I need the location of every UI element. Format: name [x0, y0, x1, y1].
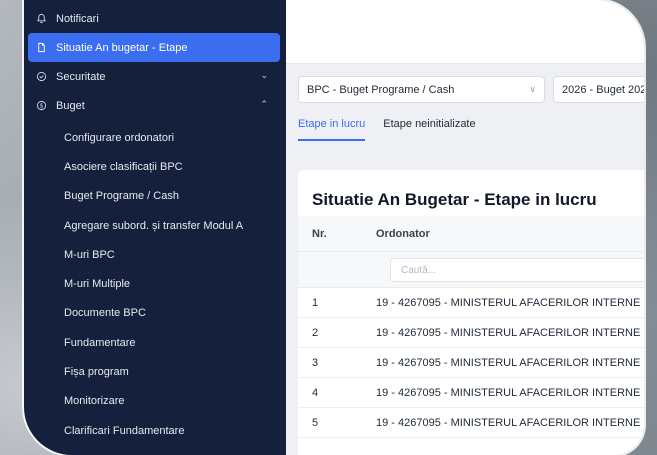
row-ordonator: 19 - 4267095 - MINISTERUL AFACERILOR INT…: [376, 296, 641, 309]
row-nr: 3: [312, 356, 319, 369]
sidebar-subitem[interactable]: M-uri Multiple: [24, 269, 286, 298]
sidebar-item-label: Situatie An bugetar - Etape: [56, 41, 188, 54]
row-nr: 1: [312, 296, 319, 309]
document-icon: [34, 41, 48, 55]
sidebar-subitem[interactable]: Agregare subord. și transfer Modul A: [24, 211, 286, 240]
table-header: Nr. Ordonator: [298, 216, 644, 252]
year-select-value: 2026 - Buget 2026: [562, 83, 644, 96]
sidebar-subitem[interactable]: Configurare ordonatori: [24, 123, 286, 152]
table-filter-row: Caută...: [298, 252, 644, 288]
sidebar-subitem[interactable]: M-uri BPC: [24, 240, 286, 269]
row-ordonator: 19 - 4267095 - MINISTERUL AFACERILOR INT…: [376, 356, 641, 369]
sidebar-subitem[interactable]: Monitorizare: [24, 387, 286, 416]
app-window: Notificari Situatie An bugetar - Etape S…: [24, 0, 644, 455]
buget-submenu: Configurare ordonatori Asociere clasific…: [24, 123, 286, 445]
sidebar-item-label: Buget: [56, 99, 85, 112]
row-ordonator: 19 - 4267095 - MINISTERUL AFACERILOR INT…: [376, 386, 641, 399]
table-row[interactable]: 1 19 - 4267095 - MINISTERUL AFACERILOR I…: [298, 288, 644, 318]
table-card: Situatie An Bugetar - Etape in lucru Nr.…: [298, 170, 644, 455]
sidebar-item-buget[interactable]: $ Buget ⌃: [24, 91, 286, 120]
row-nr: 5: [312, 416, 319, 429]
table-row[interactable]: 2 19 - 4267095 - MINISTERUL AFACERILOR I…: [298, 318, 644, 348]
svg-text:$: $: [39, 103, 43, 110]
table-row[interactable]: 3 19 - 4267095 - MINISTERUL AFACERILOR I…: [298, 348, 644, 378]
chevron-down-icon: ⌄: [260, 70, 268, 80]
sidebar-subitem[interactable]: Fișa program: [24, 357, 286, 386]
main-content: BPC - Buget Programe / Cash ∨ 2026 - Bug…: [286, 0, 644, 455]
table-row[interactable]: 4 19 - 4267095 - MINISTERUL AFACERILOR I…: [298, 378, 644, 408]
tab-bar: Etape in lucru Etape neinitializate: [298, 118, 476, 141]
year-select[interactable]: 2026 - Buget 2026: [553, 76, 644, 103]
row-nr: 2: [312, 326, 319, 339]
sidebar-subitem[interactable]: Fundamentare: [24, 328, 286, 357]
chevron-down-icon: ∨: [529, 84, 536, 94]
column-header-ordonator[interactable]: Ordonator: [376, 228, 644, 240]
program-select-value: BPC - Buget Programe / Cash: [307, 83, 455, 96]
sidebar-subitem[interactable]: Clarificari Fundamentare: [24, 416, 286, 445]
search-placeholder: Caută...: [401, 264, 437, 276]
sidebar-item-situatie-an-bugetar[interactable]: Situatie An bugetar - Etape: [28, 33, 280, 62]
program-select[interactable]: BPC - Buget Programe / Cash ∨: [298, 76, 545, 103]
sidebar-item-securitate[interactable]: Securitate ⌄: [24, 62, 286, 91]
ordonator-search-input[interactable]: Caută...: [390, 258, 644, 282]
row-ordonator: 19 - 4267095 - MINISTERUL AFACERILOR INT…: [376, 326, 641, 339]
table-title: Situatie An Bugetar - Etape in lucru: [312, 190, 597, 209]
row-nr: 4: [312, 386, 319, 399]
bell-icon: [34, 12, 48, 26]
column-header-nr[interactable]: Nr.: [298, 228, 376, 240]
shield-check-icon: [34, 70, 48, 84]
tab-etape-in-lucru[interactable]: Etape in lucru: [298, 118, 366, 141]
filter-bar: BPC - Buget Programe / Cash ∨ 2026 - Bug…: [298, 76, 644, 103]
sidebar-subitem[interactable]: Buget Programe / Cash: [24, 182, 286, 211]
table-row[interactable]: 5 19 - 4267095 - MINISTERUL AFACERILOR I…: [298, 408, 644, 438]
dollar-circle-icon: $: [34, 99, 48, 113]
chevron-up-icon: ⌃: [260, 99, 268, 109]
sidebar-item-label: Securitate: [56, 70, 106, 83]
tab-etape-neinitializate[interactable]: Etape neinitializate: [383, 118, 475, 141]
sidebar-item-label: Notificari: [56, 12, 99, 25]
sidebar-item-notificari[interactable]: Notificari: [24, 4, 286, 33]
top-bar: [286, 0, 644, 64]
sidebar: Notificari Situatie An bugetar - Etape S…: [24, 0, 286, 455]
sidebar-subitem[interactable]: Documente BPC: [24, 299, 286, 328]
sidebar-subitem[interactable]: Asociere clasificații BPC: [24, 152, 286, 181]
row-ordonator: 19 - 4267095 - MINISTERUL AFACERILOR INT…: [376, 416, 641, 429]
